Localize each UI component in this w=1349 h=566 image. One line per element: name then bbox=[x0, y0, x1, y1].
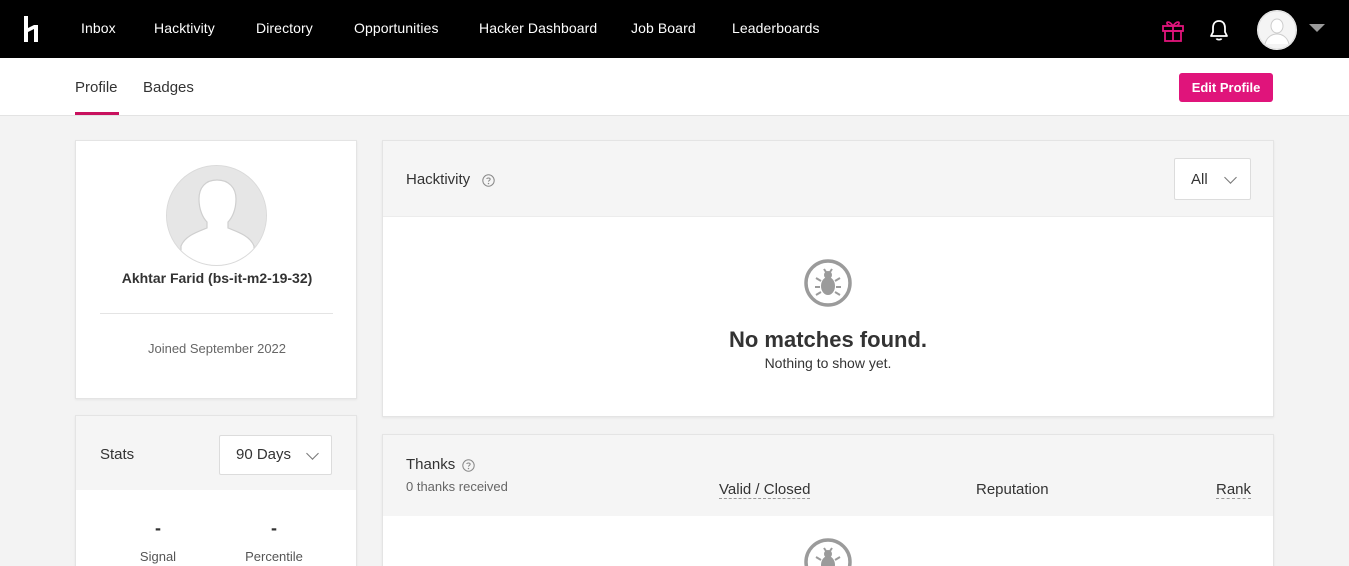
avatar-silhouette-icon bbox=[1257, 10, 1297, 50]
nav-hacker-dashboard[interactable]: Hacker Dashboard bbox=[479, 20, 597, 36]
edit-profile-button[interactable]: Edit Profile bbox=[1179, 73, 1273, 102]
bug-icon bbox=[804, 538, 852, 566]
hacktivity-header: Hacktivity All bbox=[383, 141, 1273, 217]
signal-value: - bbox=[155, 518, 161, 538]
signal-label: Signal bbox=[139, 549, 177, 564]
hacktivity-filter-select[interactable]: All bbox=[1174, 158, 1251, 200]
help-icon[interactable] bbox=[462, 459, 475, 472]
nav-inbox[interactable]: Inbox bbox=[81, 20, 116, 36]
hacktivity-card: Hacktivity All No matches found. Nothing… bbox=[382, 140, 1274, 417]
top-navbar: Inbox Hacktivity Directory Opportunities… bbox=[0, 0, 1349, 58]
nav-job-board[interactable]: Job Board bbox=[631, 20, 696, 36]
tab-profile[interactable]: Profile bbox=[75, 79, 118, 96]
joined-date: Joined September 2022 bbox=[147, 341, 287, 356]
user-avatar[interactable] bbox=[1257, 10, 1297, 50]
chevron-down-icon bbox=[1224, 171, 1237, 184]
nav-leaderboards[interactable]: Leaderboards bbox=[732, 20, 820, 36]
tab-badges[interactable]: Badges bbox=[143, 79, 194, 96]
hacktivity-title: Hacktivity bbox=[406, 171, 471, 188]
profile-avatar bbox=[166, 165, 267, 266]
hackerone-logo-icon[interactable] bbox=[22, 15, 42, 45]
stats-header: Stats 90 Days bbox=[76, 416, 356, 490]
nav-hacktivity[interactable]: Hacktivity bbox=[154, 20, 215, 36]
col-reputation[interactable]: Reputation bbox=[976, 481, 1049, 498]
profile-subnav: Profile Badges Edit Profile bbox=[0, 58, 1349, 116]
stats-card: Stats 90 Days - Signal - Percentile bbox=[75, 415, 357, 566]
thanks-title: Thanks bbox=[406, 456, 456, 473]
col-rank[interactable]: Rank bbox=[1216, 481, 1252, 499]
profile-card: Akhtar Farid (bs-it-m2-19-32) Joined Sep… bbox=[75, 140, 357, 399]
nav-opportunities[interactable]: Opportunities bbox=[354, 20, 439, 36]
percentile-label: Percentile bbox=[245, 549, 303, 564]
thanks-count: 0 thanks received bbox=[406, 479, 508, 494]
profile-divider bbox=[100, 313, 333, 314]
bell-icon[interactable] bbox=[1208, 18, 1230, 42]
percentile-value: - bbox=[271, 518, 277, 538]
hacktivity-filter-value: All bbox=[1191, 171, 1208, 188]
thanks-card: Thanks 0 thanks received Valid / Closed … bbox=[382, 434, 1274, 566]
chevron-down-icon bbox=[306, 447, 319, 460]
col-valid-closed[interactable]: Valid / Closed bbox=[719, 481, 811, 499]
help-icon[interactable] bbox=[482, 174, 495, 187]
stats-period-select[interactable]: 90 Days bbox=[219, 435, 332, 475]
caret-down-icon[interactable] bbox=[1309, 24, 1325, 32]
nav-directory[interactable]: Directory bbox=[256, 20, 313, 36]
empty-state-subtitle: Nothing to show yet. bbox=[764, 355, 892, 371]
bug-icon bbox=[804, 259, 852, 307]
stats-period-value: 90 Days bbox=[236, 446, 292, 463]
stats-title: Stats bbox=[100, 446, 135, 463]
active-tab-indicator bbox=[75, 112, 119, 115]
avatar-silhouette-icon bbox=[167, 166, 266, 265]
profile-name: Akhtar Farid (bs-it-m2-19-32) bbox=[121, 270, 313, 286]
gift-icon[interactable] bbox=[1161, 17, 1185, 43]
empty-state-title: No matches found. bbox=[728, 327, 927, 352]
thanks-header: Thanks 0 thanks received Valid / Closed … bbox=[383, 435, 1273, 516]
